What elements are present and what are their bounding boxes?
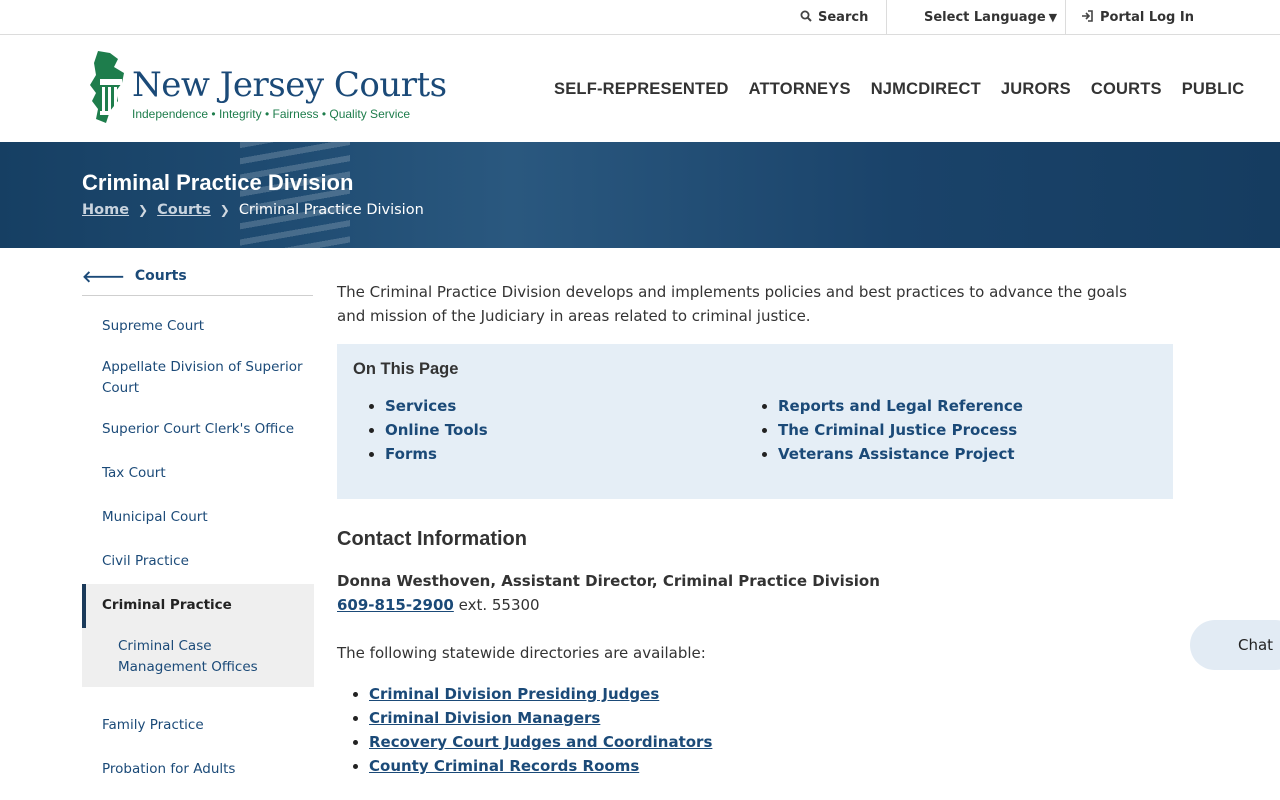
- chevron-right-icon: ❯: [219, 203, 230, 217]
- sidebar-item-appellate-division[interactable]: Appellate Division of Superior Court: [102, 357, 307, 399]
- phone-extension: ext. 55300: [458, 596, 540, 614]
- site-logo[interactable]: New Jersey Courts Independence • Integri…: [88, 49, 447, 129]
- language-label: Select Language: [924, 9, 1046, 25]
- login-icon: [1081, 9, 1094, 25]
- logo-tagline: Independence • Integrity • Fairness • Qu…: [132, 107, 411, 121]
- anchor-link-services[interactable]: Services: [385, 394, 488, 418]
- site-header: New Jersey Courts Independence • Integri…: [0, 35, 1280, 142]
- anchor-link-reports[interactable]: Reports and Legal Reference: [778, 394, 1023, 418]
- contact-name: Donna Westhoven, Assistant Director, Cri…: [337, 572, 880, 590]
- anchor-link-justice-process[interactable]: The Criminal Justice Process: [778, 418, 1023, 442]
- portal-label: Portal Log In: [1100, 9, 1194, 25]
- nav-item-njmcdirect[interactable]: NJMCDIRECT: [871, 80, 981, 99]
- phone-link[interactable]: 609-815-2900: [337, 596, 454, 614]
- list-item: County Criminal Records Rooms: [369, 754, 712, 778]
- arrow-left-icon: 🡐: [82, 267, 125, 286]
- list-item: Criminal Division Presiding Judges: [369, 682, 712, 706]
- search-icon: [800, 10, 812, 25]
- on-this-page-col-2: Reports and Legal Reference The Criminal…: [760, 394, 1023, 466]
- anchor-link-veterans[interactable]: Veterans Assistance Project: [778, 442, 1023, 466]
- directory-link-presiding-judges[interactable]: Criminal Division Presiding Judges: [369, 685, 659, 703]
- sidebar-item-criminal-practice[interactable]: Criminal Practice: [102, 595, 307, 616]
- sidebar-item-supreme-court[interactable]: Supreme Court: [102, 316, 307, 337]
- divider: [82, 295, 313, 296]
- contact-heading: Contact Information: [337, 528, 527, 550]
- sidebar-item-family-practice[interactable]: Family Practice: [102, 715, 307, 736]
- sidebar-item-municipal-court[interactable]: Municipal Court: [102, 507, 307, 528]
- portal-login-button[interactable]: Portal Log In: [1081, 0, 1194, 34]
- chat-label: Chat: [1238, 636, 1274, 654]
- sidebar-back-label: Courts: [134, 268, 187, 284]
- breadcrumb: Home ❯ Courts ❯ Criminal Practice Divisi…: [82, 202, 424, 218]
- breadcrumb-home[interactable]: Home: [82, 202, 129, 218]
- on-this-page-box: On This Page Services Online Tools Forms…: [337, 344, 1173, 499]
- directory-link-recovery-court[interactable]: Recovery Court Judges and Coordinators: [369, 733, 712, 751]
- list-item: Criminal Division Managers: [369, 706, 712, 730]
- list-item: Recovery Court Judges and Coordinators: [369, 730, 712, 754]
- nj-state-seal-icon: [90, 51, 124, 123]
- caret-down-icon: ▼: [1048, 10, 1058, 24]
- directories-intro: The following statewide directories are …: [337, 644, 706, 662]
- logo-title: New Jersey Courts: [132, 65, 447, 105]
- nav-item-self-represented[interactable]: SELF-REPRESENTED: [554, 80, 729, 99]
- directories-list: Criminal Division Presiding Judges Crimi…: [351, 682, 712, 778]
- language-select[interactable]: Select Language ▼: [924, 0, 1057, 34]
- nav-item-attorneys[interactable]: ATTORNEYS: [749, 80, 851, 99]
- sidebar-active-indicator: [82, 584, 86, 628]
- on-this-page-col-1: Services Online Tools Forms: [367, 394, 488, 466]
- nav-item-jurors[interactable]: JURORS: [1001, 80, 1071, 99]
- directory-link-managers[interactable]: Criminal Division Managers: [369, 709, 600, 727]
- search-button[interactable]: Search: [800, 0, 868, 34]
- breadcrumb-courts[interactable]: Courts: [157, 202, 211, 218]
- divider: [886, 0, 887, 34]
- intro-text: The Criminal Practice Division develops …: [337, 283, 1127, 325]
- page-title: Criminal Practice Division: [82, 170, 354, 195]
- chevron-right-icon: ❯: [138, 203, 149, 217]
- on-this-page-title: On This Page: [353, 360, 459, 378]
- anchor-link-forms[interactable]: Forms: [385, 442, 488, 466]
- sidebar-item-probation-adults[interactable]: Probation for Adults: [102, 759, 307, 780]
- main-nav: SELF-REPRESENTED ATTORNEYS NJMCDIRECT JU…: [554, 80, 1244, 99]
- anchor-link-online-tools[interactable]: Online Tools: [385, 418, 488, 442]
- chat-button[interactable]: Chat: [1190, 620, 1280, 670]
- divider: [1065, 0, 1066, 34]
- page-banner: Criminal Practice Division Home ❯ Courts…: [0, 142, 1280, 248]
- sidebar-back-link[interactable]: 🡐 Courts: [82, 266, 187, 286]
- utility-bar: Search Select Language ▼ Portal Log In: [0, 0, 1280, 35]
- sidebar-item-clerks-office[interactable]: Superior Court Clerk's Office: [102, 419, 307, 440]
- contact-phone-line: 609-815-2900 ext. 55300: [337, 596, 540, 614]
- breadcrumb-current: Criminal Practice Division: [238, 202, 424, 218]
- nav-item-courts[interactable]: COURTS: [1091, 80, 1162, 99]
- search-label: Search: [818, 9, 869, 25]
- directory-link-records-rooms[interactable]: County Criminal Records Rooms: [369, 757, 639, 775]
- sidebar-subitem-case-management[interactable]: Criminal Case Management Offices: [118, 636, 298, 678]
- sidebar-item-civil-practice[interactable]: Civil Practice: [102, 551, 307, 572]
- nav-item-public[interactable]: PUBLIC: [1182, 80, 1245, 99]
- sidebar-item-tax-court[interactable]: Tax Court: [102, 463, 307, 484]
